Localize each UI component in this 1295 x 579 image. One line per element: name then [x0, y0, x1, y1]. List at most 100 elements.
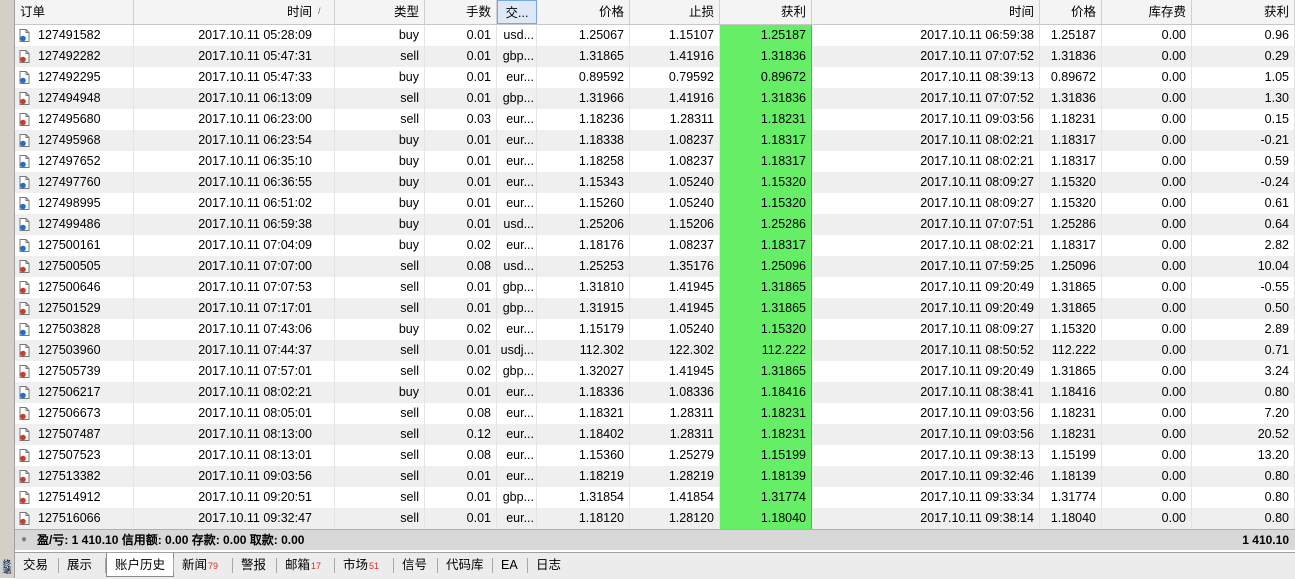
take-profit: 1.25096	[720, 256, 812, 277]
profit: -0.21	[1192, 130, 1295, 151]
symbol: usd...	[497, 256, 537, 277]
col-header-close-time[interactable]: 时间	[812, 0, 1040, 24]
table-row[interactable]: 127501529 2017.10.11 07:17:01 sell 0.01 …	[15, 298, 1295, 319]
tab-7[interactable]: 市场51	[335, 553, 387, 577]
tab-label: 警报	[241, 558, 267, 572]
tab-9[interactable]: 代码库	[438, 553, 492, 577]
order-cell: 127501529	[15, 298, 134, 319]
table-row[interactable]: 127500161 2017.10.11 07:04:09 buy 0.02 e…	[15, 235, 1295, 256]
tab-2[interactable]: 展示	[59, 553, 100, 577]
order-cell: 127507487	[15, 424, 134, 445]
col-header-symbol[interactable]: 交...	[497, 0, 537, 24]
tab-10[interactable]: EA	[493, 553, 526, 577]
order-number: 127494948	[38, 91, 101, 105]
swap: 0.00	[1102, 466, 1192, 487]
table-row[interactable]: 127491582 2017.10.11 05:28:09 buy 0.01 u…	[15, 25, 1295, 46]
tab-3[interactable]: 账户历史	[106, 553, 175, 577]
order-cell: 127495968	[15, 130, 134, 151]
table-row[interactable]: 127500505 2017.10.11 07:07:00 sell 0.08 …	[15, 256, 1295, 277]
table-row[interactable]: 127507487 2017.10.11 08:13:00 sell 0.12 …	[15, 424, 1295, 445]
order-number: 127495680	[38, 112, 101, 126]
table-row[interactable]: 127505739 2017.10.11 07:57:01 sell 0.02 …	[15, 361, 1295, 382]
tab-5[interactable]: 警报	[233, 553, 274, 577]
table-row[interactable]: 127494948 2017.10.11 06:13:09 sell 0.01 …	[15, 88, 1295, 109]
open-time: 2017.10.11 07:44:37	[134, 340, 335, 361]
take-profit: 1.25187	[720, 25, 812, 46]
open-price: 1.25253	[537, 256, 630, 277]
open-time: 2017.10.11 05:28:09	[134, 25, 335, 46]
stop-loss: 1.41945	[630, 277, 720, 298]
stop-loss: 1.25279	[630, 445, 720, 466]
col-header-close-price[interactable]: 价格	[1040, 0, 1102, 24]
take-profit: 1.31865	[720, 298, 812, 319]
table-row[interactable]: 127516066 2017.10.11 09:32:47 sell 0.01 …	[15, 508, 1295, 529]
col-header-open-time[interactable]: 时间	[134, 0, 335, 24]
tab-4[interactable]: 新闻79	[174, 553, 226, 577]
table-row[interactable]: 127497652 2017.10.11 06:35:10 buy 0.01 e…	[15, 151, 1295, 172]
table-row[interactable]: 127500646 2017.10.11 07:07:53 sell 0.01 …	[15, 277, 1295, 298]
swap: 0.00	[1102, 445, 1192, 466]
col-header-type[interactable]: 类型	[335, 0, 425, 24]
col-header-sl[interactable]: 止损	[630, 0, 720, 24]
col-header-order[interactable]: 订单	[15, 0, 134, 24]
open-price: 112.302	[537, 340, 630, 361]
order-number: 127498995	[38, 196, 101, 210]
close-price: 1.31865	[1040, 361, 1102, 382]
stop-loss: 1.15206	[630, 214, 720, 235]
table-row[interactable]: 127499486 2017.10.11 06:59:38 buy 0.01 u…	[15, 214, 1295, 235]
profit: 2.82	[1192, 235, 1295, 256]
tab-label: 展示	[67, 558, 93, 572]
take-profit: 1.15320	[720, 319, 812, 340]
tab-label: 信号	[402, 558, 428, 572]
tab-11[interactable]: 日志	[528, 553, 569, 577]
table-row[interactable]: 127507523 2017.10.11 08:13:01 sell 0.08 …	[15, 445, 1295, 466]
table-row[interactable]: 127492295 2017.10.11 05:47:33 buy 0.01 e…	[15, 67, 1295, 88]
stop-loss: 1.41945	[630, 298, 720, 319]
open-price: 1.18258	[537, 151, 630, 172]
table-row[interactable]: 127492282 2017.10.11 05:47:31 sell 0.01 …	[15, 46, 1295, 67]
table-row[interactable]: 127506217 2017.10.11 08:02:21 buy 0.01 e…	[15, 382, 1295, 403]
table-row[interactable]: 127498995 2017.10.11 06:51:02 buy 0.01 e…	[15, 193, 1295, 214]
profit: 0.96	[1192, 25, 1295, 46]
table-row[interactable]: 127513382 2017.10.11 09:03:56 sell 0.01 …	[15, 466, 1295, 487]
order-type: sell	[335, 466, 425, 487]
terminal-side-strip[interactable]: 终端	[0, 0, 15, 578]
table-row[interactable]: 127495968 2017.10.11 06:23:54 buy 0.01 e…	[15, 130, 1295, 151]
symbol: eur...	[497, 445, 537, 466]
swap: 0.00	[1102, 151, 1192, 172]
table-row[interactable]: 127495680 2017.10.11 06:23:00 sell 0.03 …	[15, 109, 1295, 130]
table-row[interactable]: 127514912 2017.10.11 09:20:51 sell 0.01 …	[15, 487, 1295, 508]
order-number: 127497652	[38, 154, 101, 168]
col-header-lots[interactable]: 手数	[425, 0, 497, 24]
order-type: sell	[335, 403, 425, 424]
tab-8[interactable]: 信号	[394, 553, 435, 577]
order-number: 127492295	[38, 70, 101, 84]
take-profit: 1.18317	[720, 130, 812, 151]
table-row[interactable]: 127506673 2017.10.11 08:05:01 sell 0.08 …	[15, 403, 1295, 424]
symbol: eur...	[497, 508, 537, 529]
lots: 0.01	[425, 382, 497, 403]
tab-badge: 17	[311, 561, 322, 571]
col-header-swap[interactable]: 库存费	[1102, 0, 1192, 24]
col-header-profit[interactable]: 获利	[1192, 0, 1295, 24]
table-row[interactable]: 127503960 2017.10.11 07:44:37 sell 0.01 …	[15, 340, 1295, 361]
lots: 0.01	[425, 130, 497, 151]
table-row[interactable]: 127503828 2017.10.11 07:43:06 buy 0.02 e…	[15, 319, 1295, 340]
lots: 0.03	[425, 109, 497, 130]
open-price: 1.31810	[537, 277, 630, 298]
tab-6[interactable]: 邮箱17	[277, 553, 329, 577]
take-profit: 1.31865	[720, 277, 812, 298]
symbol: gbp...	[497, 487, 537, 508]
col-header-tp[interactable]: 获利	[720, 0, 812, 24]
swap: 0.00	[1102, 340, 1192, 361]
lots: 0.01	[425, 340, 497, 361]
table-row[interactable]: 127497760 2017.10.11 06:36:55 buy 0.01 e…	[15, 172, 1295, 193]
take-profit: 1.18416	[720, 382, 812, 403]
close-price: 1.18317	[1040, 130, 1102, 151]
col-header-open-price[interactable]: 价格	[537, 0, 630, 24]
close-time: 2017.10.11 09:33:34	[812, 487, 1040, 508]
order-type: sell	[335, 109, 425, 130]
tab-1[interactable]: 交易	[15, 553, 56, 577]
swap: 0.00	[1102, 235, 1192, 256]
order-type: buy	[335, 67, 425, 88]
